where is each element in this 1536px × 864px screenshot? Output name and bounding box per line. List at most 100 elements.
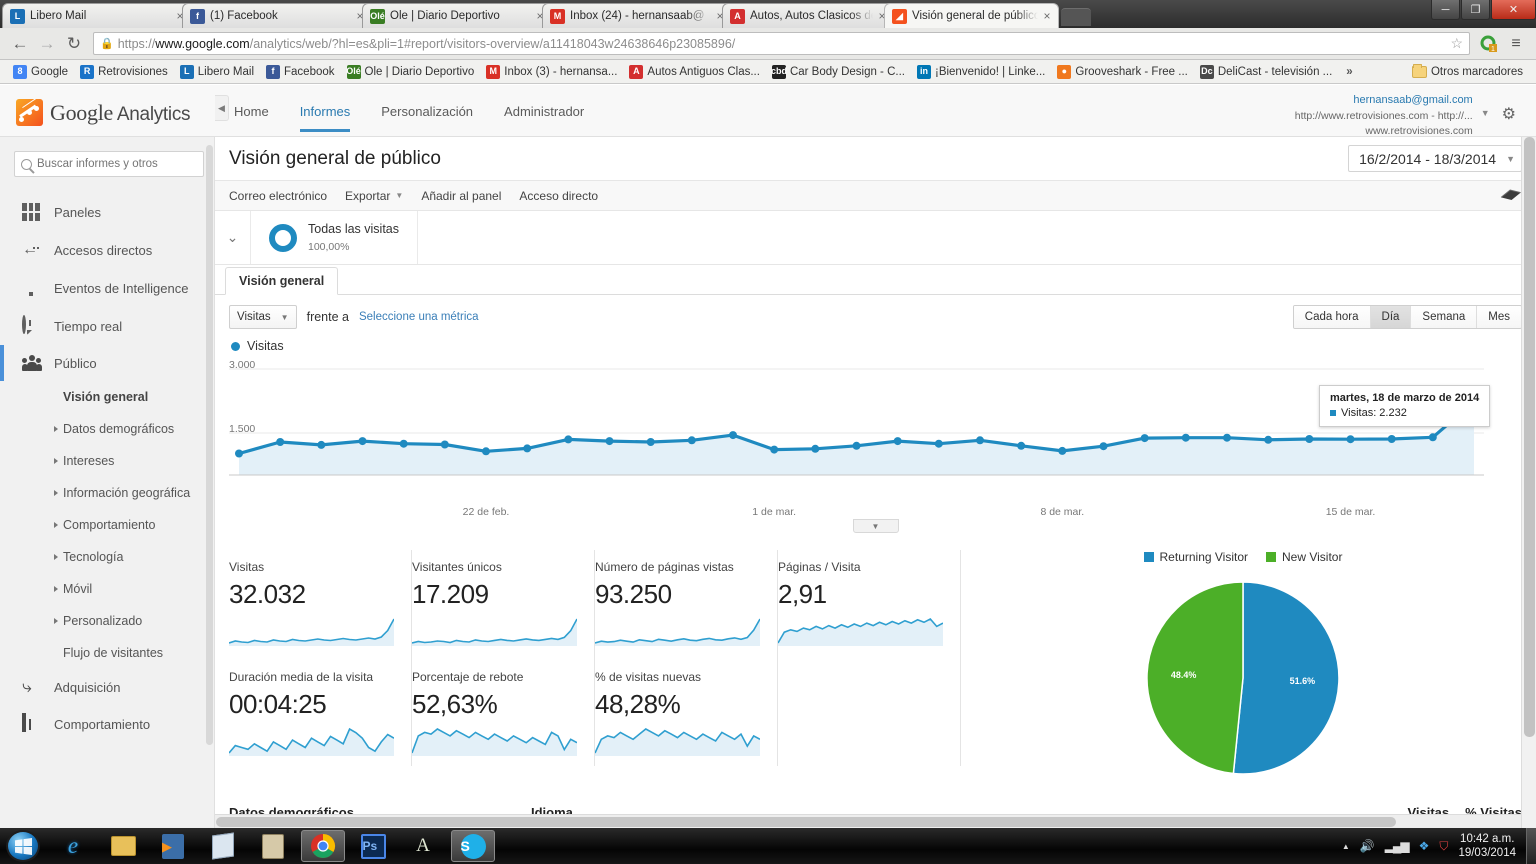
sidebar-item-comportamiento[interactable]: Comportamiento bbox=[0, 705, 214, 743]
sidebar-subitem-tecnolog-a[interactable]: Tecnología bbox=[54, 541, 214, 573]
segment-all-visits[interactable]: Todas las visitas 100,00% bbox=[251, 211, 419, 264]
sidebar-subitem-informaci-n-geogr-fica[interactable]: Información geográfica bbox=[54, 477, 214, 509]
action-acceso-directo[interactable]: Acceso directo bbox=[519, 189, 598, 203]
page-vertical-scrollbar[interactable] bbox=[1521, 137, 1536, 828]
sidebar-subitem-comportamiento[interactable]: Comportamiento bbox=[54, 509, 214, 541]
pie-chart[interactable]: 51.6% 48.4% bbox=[964, 578, 1522, 778]
antivirus-icon[interactable]: ⛉ bbox=[1439, 839, 1448, 854]
browser-tab[interactable]: M Inbox (24) - hernansaab@ × bbox=[542, 3, 732, 28]
tab-vision-general[interactable]: Visión general bbox=[225, 267, 339, 295]
sidebar-subitem-flujo-de-visitantes[interactable]: Flujo de visitantes bbox=[54, 637, 214, 669]
granularity-d-a[interactable]: Día bbox=[1370, 306, 1412, 328]
page-horizontal-scrollbar[interactable] bbox=[215, 814, 1521, 828]
show-desktop-button[interactable] bbox=[1526, 828, 1536, 864]
pie-legend-item[interactable]: Returning Visitor bbox=[1143, 550, 1248, 564]
gear-icon[interactable]: ⚙ bbox=[1498, 93, 1522, 126]
taskbar-notepad[interactable] bbox=[201, 830, 245, 862]
bookmark-item[interactable]: Olé Ole | Diario Deportivo bbox=[342, 63, 480, 81]
sidebar-collapse-button[interactable]: ◀ bbox=[215, 95, 229, 121]
taskbar-media-player[interactable]: ▶ bbox=[151, 830, 195, 862]
taskbar-clock[interactable]: 10:42 a.m. 19/03/2014 bbox=[1458, 832, 1516, 861]
bookmark-item[interactable]: in ¡Bienvenido! | Linke... bbox=[912, 63, 1050, 81]
reload-button[interactable]: ↻ bbox=[62, 32, 86, 56]
granularity-mes[interactable]: Mes bbox=[1477, 306, 1521, 328]
bookmark-item[interactable]: 8 Google bbox=[8, 63, 73, 81]
close-window-button[interactable]: ✕ bbox=[1491, 0, 1536, 20]
date-range-picker[interactable]: 16/2/2014 - 18/3/2014 ▼ bbox=[1348, 145, 1522, 172]
bookmark-folder-other[interactable]: Otros marcadores bbox=[1407, 63, 1528, 80]
volume-icon[interactable]: 🔊 bbox=[1360, 839, 1375, 853]
bookmark-item[interactable]: f Facebook bbox=[261, 63, 340, 81]
taskbar-google-chrome[interactable] bbox=[301, 830, 345, 862]
new-tab-button[interactable] bbox=[1061, 8, 1091, 26]
sidebar-item-tiempo-real[interactable]: Tiempo real bbox=[0, 307, 214, 345]
ga-nav-administrador[interactable]: Administrador bbox=[490, 101, 598, 134]
taskbar-autocad[interactable]: A bbox=[401, 830, 445, 862]
ga-nav-personalizaci-n[interactable]: Personalización bbox=[367, 101, 487, 134]
taskbar-photoshop[interactable]: Ps bbox=[351, 830, 395, 862]
address-bar[interactable]: 🔒 https://www.google.com/analytics/web/?… bbox=[93, 32, 1470, 55]
search-box[interactable] bbox=[14, 151, 204, 177]
sidebar-item-adquisici-n[interactable]: ⤷ Adquisición bbox=[0, 669, 214, 705]
select-metric-link[interactable]: Seleccione una métrica bbox=[359, 311, 479, 323]
segment-expand-button[interactable]: ⌄ bbox=[215, 211, 251, 264]
ga-logo[interactable]: Google Analytics bbox=[0, 85, 220, 126]
sidebar-subitem-intereses[interactable]: Intereses bbox=[54, 445, 214, 477]
bookmark-item[interactable]: L Libero Mail bbox=[175, 63, 259, 81]
browser-tab[interactable]: Olé Ole | Diario Deportivo × bbox=[362, 3, 552, 28]
bookmark-item[interactable]: cbd Car Body Design - C... bbox=[767, 63, 910, 81]
minimize-button[interactable]: ─ bbox=[1431, 0, 1460, 20]
bookmark-star-icon[interactable]: ☆ bbox=[1444, 35, 1463, 52]
chevron-down-icon[interactable]: ▼ bbox=[1481, 93, 1490, 120]
maximize-button[interactable]: ❐ bbox=[1461, 0, 1490, 20]
back-button[interactable]: ← bbox=[8, 32, 32, 56]
taskbar-file-explorer[interactable] bbox=[101, 830, 145, 862]
sidebar-item-p-blico[interactable]: Público bbox=[0, 345, 214, 381]
bookmarks-overflow-button[interactable]: » bbox=[1339, 64, 1359, 80]
ga-nav-informes[interactable]: Informes bbox=[286, 101, 365, 134]
network-icon[interactable]: ▂▄▆ bbox=[1385, 839, 1410, 853]
sidebar-item-accesos-directos[interactable]: Accesos directos bbox=[0, 231, 214, 269]
taskbar-skype[interactable]: S bbox=[451, 830, 495, 862]
granularity-cada-hora[interactable]: Cada hora bbox=[1293, 306, 1371, 328]
granularity-semana[interactable]: Semana bbox=[1411, 306, 1478, 328]
ga-nav-home[interactable]: Home bbox=[220, 101, 283, 134]
bookmark-item[interactable]: M Inbox (3) - hernansa... bbox=[481, 63, 622, 81]
dropbox-icon[interactable]: ❖ bbox=[1419, 839, 1430, 853]
action-exportar[interactable]: Exportar ▼ bbox=[345, 189, 403, 203]
account-info[interactable]: hernansaab@gmail.com http://www.retrovis… bbox=[1295, 85, 1536, 139]
browser-tab[interactable]: ◢ Visión general de público × bbox=[884, 3, 1059, 28]
action-a-adir-al-panel[interactable]: Añadir al panel bbox=[421, 189, 501, 203]
forward-button[interactable]: → bbox=[35, 32, 59, 56]
sidebar-subitem-m-vil[interactable]: Móvil bbox=[54, 573, 214, 605]
bookmark-item[interactable]: Dc DeliCast - televisión ... bbox=[1195, 63, 1337, 81]
taskbar-internet-explorer[interactable]: e bbox=[51, 830, 95, 862]
hscrollbar-thumb[interactable] bbox=[216, 817, 1396, 827]
browser-tab[interactable]: f (1) Facebook × bbox=[182, 3, 372, 28]
bookmark-item[interactable]: ● Grooveshark - Free ... bbox=[1052, 63, 1192, 81]
chart-zoom-handle[interactable]: ▼ bbox=[852, 519, 899, 533]
start-button[interactable] bbox=[6, 830, 40, 862]
action-correo-electr-nico[interactable]: Correo electrónico bbox=[229, 189, 327, 203]
search-input[interactable] bbox=[37, 158, 197, 170]
scrollbar-thumb[interactable] bbox=[1524, 137, 1535, 737]
line-chart[interactable]: 3.000 1.500 martes, 18 de marzo de 2014 … bbox=[229, 359, 1522, 503]
sidebar-scrollbar[interactable] bbox=[206, 145, 213, 745]
sidebar-subitem-visi-n-general[interactable]: Visión general bbox=[54, 381, 214, 413]
taskbar-calculator[interactable] bbox=[251, 830, 295, 862]
chrome-menu-icon[interactable]: ≡ bbox=[1504, 32, 1528, 56]
extension-icon[interactable]: 1 bbox=[1477, 32, 1501, 56]
metric-selector[interactable]: Visitas ▼ bbox=[229, 305, 297, 329]
tray-expand-icon[interactable]: ▲ bbox=[1342, 842, 1350, 851]
sidebar-subitem-datos-demogr-ficos[interactable]: Datos demográficos bbox=[54, 413, 214, 445]
pie-legend-item[interactable]: New Visitor bbox=[1266, 550, 1342, 564]
sidebar-item-eventos-de-intelligence[interactable]: Eventos de Intelligence bbox=[0, 269, 214, 307]
share-icon[interactable] bbox=[1499, 185, 1523, 206]
browser-tab[interactable]: AAutos, Autos Clasicos de C× bbox=[722, 3, 894, 28]
sidebar-item-paneles[interactable]: Paneles bbox=[0, 193, 214, 231]
tab-close-icon[interactable]: × bbox=[1040, 9, 1054, 23]
browser-tab[interactable]: L Libero Mail × bbox=[2, 3, 192, 28]
bookmark-item[interactable]: A Autos Antiguos Clas... bbox=[624, 63, 765, 81]
bookmark-item[interactable]: R Retrovisiones bbox=[75, 63, 173, 81]
sidebar-subitem-personalizado[interactable]: Personalizado bbox=[54, 605, 214, 637]
